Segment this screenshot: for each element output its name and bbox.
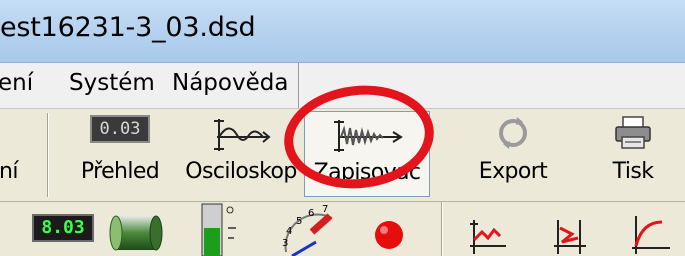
menu-bar: ení Systém Nápověda: [0, 63, 685, 109]
curve-chart-icon[interactable]: [628, 214, 672, 256]
toolbar-button-prehled[interactable]: 0.03 Přehled: [70, 111, 170, 197]
gauge-number-4: 4: [286, 226, 292, 237]
cylinder-icon[interactable]: [108, 208, 168, 256]
menu-item-system-label: Systém: [69, 70, 155, 96]
menu-item-system[interactable]: Systém: [69, 70, 155, 96]
menu-separator: [298, 63, 299, 108]
lcd-meter-icon[interactable]: 8.03: [32, 214, 94, 242]
toolbar-tisk-label: Tisk: [612, 159, 654, 184]
toolbar-button-export[interactable]: Export: [470, 111, 556, 197]
toolbar-export-label: Export: [478, 159, 548, 184]
toolbar-prehled-label: Přehled: [80, 159, 160, 184]
red-indicator-icon[interactable]: [372, 218, 406, 252]
gauge-number-7: 7: [322, 204, 328, 215]
toolbar-button-tisk[interactable]: Tisk: [593, 111, 673, 197]
window-titlebar: est16231-3_03.dsd: [0, 0, 685, 63]
toolbar-button-partial[interactable]: ní: [0, 111, 44, 197]
recorder-icon: [334, 120, 403, 152]
toolbar-button-osciloskop[interactable]: Osciloskop: [185, 111, 297, 197]
window-title: est16231-3_03.dsd: [0, 12, 256, 43]
menu-item-help[interactable]: Nápověda: [172, 70, 288, 96]
toolbar-partial-label: ní: [0, 159, 18, 184]
lcd-display-value: 0.03: [90, 115, 150, 143]
toolbar-button-zapisovac[interactable]: Zapisovač: [304, 111, 430, 197]
printer-icon: [615, 116, 651, 149]
level-gauge-icon[interactable]: [196, 202, 248, 256]
lcd-display-icon: 0.03: [90, 115, 150, 143]
toolbar-separator: [47, 113, 48, 197]
toolbar-zapisovac-label: Zapisovač: [313, 160, 421, 185]
secondary-toolbar: 8.03 3 4 5 6 7: [0, 202, 685, 256]
toolbar-osciloskop-label: Osciloskop: [185, 159, 297, 184]
bracket-chart-icon[interactable]: [550, 216, 590, 256]
dial-gauge-icon[interactable]: 3 4 5 6 7: [272, 202, 344, 256]
main-toolbar: ní 0.03 Přehled Osciloskop Zapisovač Exp…: [0, 109, 685, 202]
menu-item-partial[interactable]: ení: [0, 70, 33, 96]
menu-item-help-label: Nápověda: [172, 70, 289, 96]
gauge-number-6: 6: [308, 208, 314, 219]
toolbar2-separator: [441, 202, 442, 256]
gauge-number-3: 3: [282, 238, 288, 249]
oscilloscope-icon: [214, 119, 271, 151]
gauge-number-5: 5: [296, 216, 302, 227]
refresh-export-icon: [499, 117, 527, 149]
chart-window-icon[interactable]: [468, 216, 508, 256]
